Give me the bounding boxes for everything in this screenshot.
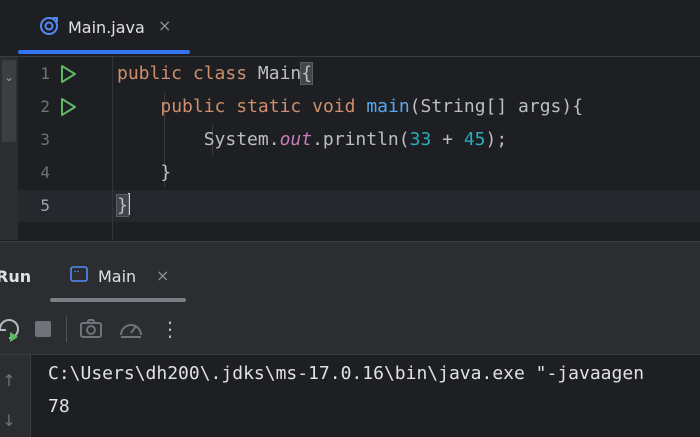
toolbar-separator [66,316,67,342]
console-icon [70,266,88,282]
code-token: out [279,129,313,150]
line-number: 5 [40,196,50,215]
camera-icon[interactable] [78,316,104,342]
active-tab-indicator [18,50,190,54]
close-icon[interactable]: × [158,16,171,35]
line-number: 3 [40,130,50,149]
code-token: class [192,63,248,84]
code-line: 5 } [18,190,700,222]
run-tab-label: Main [98,267,137,286]
scroll-up-icon[interactable]: ↑ [0,371,18,390]
code-line: 1 public class Main{ [18,58,700,90]
text-caret [127,193,130,215]
active-tab-indicator [50,298,186,302]
chevron-down-icon[interactable]: ⌄ [2,70,16,84]
code-token: 33 [409,129,432,150]
java-class-icon [40,17,58,35]
code-token: public [117,63,183,84]
run-icon[interactable] [58,64,78,84]
code-line: 4 } [18,157,700,189]
code-token: (String[] args){ [409,96,584,117]
line-number: 1 [40,64,50,83]
code-token: 45 [463,129,486,150]
code-token: Main [257,63,302,84]
scroll-down-icon[interactable]: ↓ [0,411,18,430]
code-token: .println( [312,129,410,150]
run-tab-main[interactable]: Main × [50,242,186,304]
code-token: main [366,96,410,117]
code-token: void [312,96,356,117]
rerun-icon[interactable] [0,316,22,342]
stop-icon[interactable] [30,316,56,342]
code-line: 2 public static void main(String[] args)… [18,91,700,123]
code-token: } [116,194,129,217]
code-token: public [160,96,226,117]
console-output[interactable]: ↑ ↓ C:\Users\dh200\.jdks\ms-17.0.16\bin\… [0,355,700,437]
code-line: 3 System.out.println(33 + 45); [18,124,700,156]
code-editor[interactable]: 1 public class Main{ 2 public static voi… [18,57,700,240]
close-icon[interactable]: × [156,266,169,285]
tab-label: Main.java [68,18,145,37]
run-panel-title: Run [0,267,32,286]
code-token: ); [485,129,508,150]
tab-main-java[interactable]: Main.java × [18,0,190,56]
console-command-line: C:\Users\dh200\.jdks\ms-17.0.16\bin\java… [48,363,645,384]
console-side-strip: ↑ ↓ [0,355,31,437]
line-number: 2 [40,97,50,116]
code-token: } [160,162,172,183]
run-toolbar: ⋮ [0,304,700,355]
profiler-gauge-icon[interactable] [118,316,144,342]
run-icon[interactable] [58,97,78,117]
code-token: + [431,129,464,150]
run-tool-window-header: Run Main × [0,241,700,305]
code-token: System. [203,129,280,150]
code-token: { [300,62,314,85]
console-output-line: 78 [48,396,70,417]
more-options-icon[interactable]: ⋮ [160,316,180,342]
line-number: 4 [40,163,50,182]
editor-tab-bar: Main.java × [0,0,700,57]
code-token: static [236,96,302,117]
